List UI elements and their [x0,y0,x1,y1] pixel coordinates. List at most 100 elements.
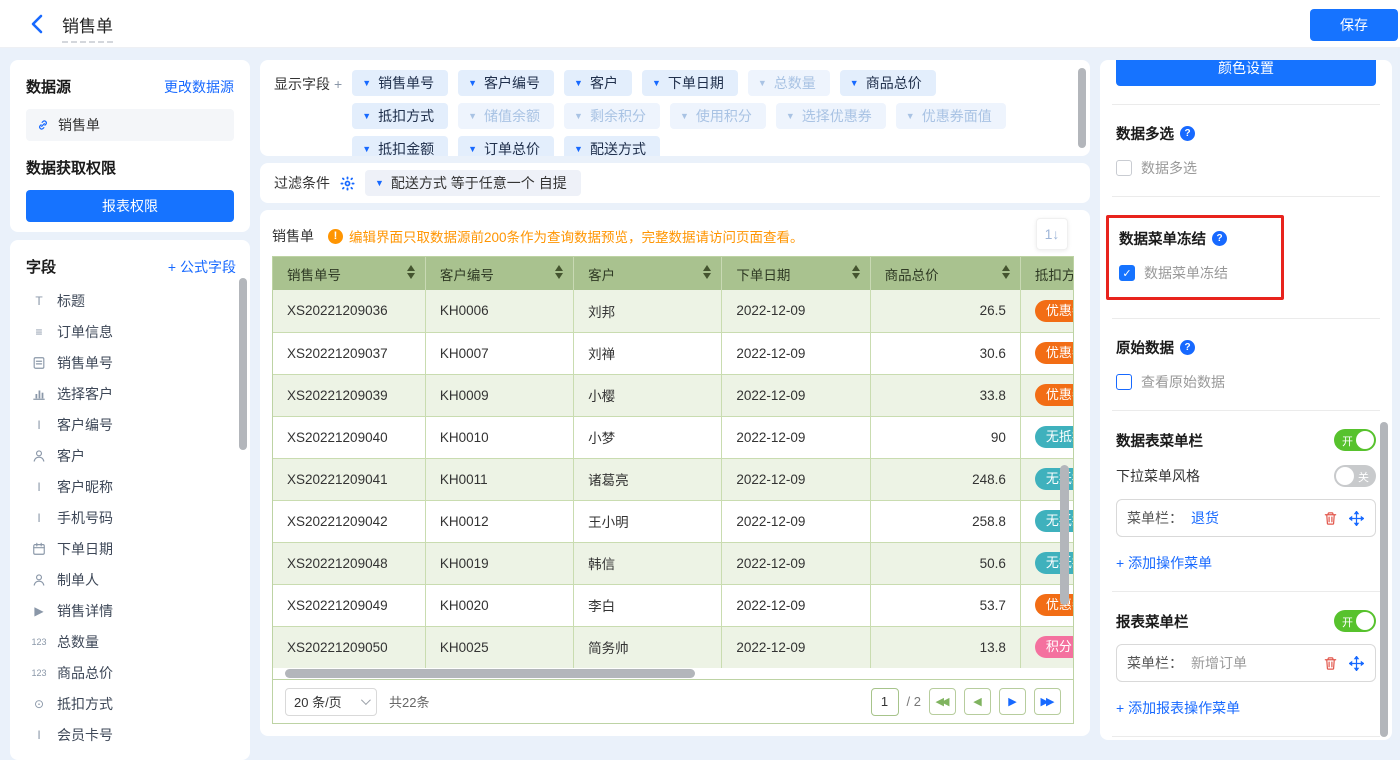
pager-prev-button[interactable]: ◀ [964,688,991,715]
column-header[interactable]: 销售单号 [273,257,425,290]
page-size-select[interactable]: 20 条/页 [285,688,377,716]
chip-label: 下单日期 [668,73,724,93]
multi-select-checkbox-row[interactable]: 数据多选 [1116,158,1376,178]
page-title[interactable]: 销售单 [62,12,113,43]
field-item[interactable]: 123总数量 [26,626,236,657]
help-icon[interactable]: ? [1180,340,1195,355]
checkbox-unchecked[interactable] [1116,374,1132,390]
table-row[interactable]: XS20221209042KH0012王小明2022-12-09258.8无抵扣 [273,500,1073,542]
display-field-chip[interactable]: ▼总数量 [748,70,830,96]
menu-item-value[interactable]: 新增订单 [1191,653,1247,673]
display-field-chip[interactable]: ▼抵扣金额 [352,136,448,156]
page-number-input[interactable] [871,688,899,716]
add-action-menu-link[interactable]: + 添加操作菜单 [1116,553,1212,573]
add-formula-field-link[interactable]: + 公式字段 [168,257,236,277]
field-item[interactable]: 制单人 [26,564,236,595]
table-row[interactable]: XS20221209050KH0025简务帅2022-12-0913.8积分 [273,626,1073,668]
field-item[interactable]: I会员卡号 [26,719,236,750]
field-item[interactable]: I客户昵称 [26,471,236,502]
field-list: T标题≡订单信息销售单号选择客户I客户编号客户I客户昵称I手机号码下单日期制单人… [26,285,236,750]
checkbox-unchecked[interactable] [1116,160,1132,176]
display-field-chip[interactable]: ▼使用积分 [670,103,766,129]
sort-order-button[interactable]: 1↓ [1036,218,1068,250]
table-menu-toggle[interactable]: 开 [1334,429,1376,451]
sort-arrows-icon[interactable] [852,265,860,279]
display-field-chip[interactable]: ▼剩余积分 [564,103,660,129]
add-report-action-menu-link[interactable]: + 添加报表操作菜单 [1116,698,1240,718]
field-item[interactable]: 选择客户 [26,378,236,409]
display-field-chip[interactable]: ▼商品总价 [840,70,936,96]
deduction-badge: 优惠券 [1035,384,1073,406]
display-field-chip[interactable]: ▼客户 [564,70,632,96]
sort-arrows-icon[interactable] [407,265,415,279]
help-icon[interactable]: ? [1212,231,1227,246]
dropdown-style-toggle[interactable]: 关 [1334,465,1376,487]
column-header[interactable]: 下单日期 [722,257,870,290]
table-row[interactable]: XS20221209041KH0011诸葛亮2022-12-09248.6无抵扣 [273,458,1073,500]
table-row[interactable]: XS20221209036KH0006刘邦2022-12-0926.5优惠券 [273,290,1073,332]
chip-label: 销售单号 [378,73,434,93]
raw-data-checkbox-row[interactable]: 查看原始数据 [1116,372,1376,392]
field-item[interactable]: ▶销售详情 [26,595,236,626]
delete-icon[interactable] [1321,509,1339,527]
chip-label: 配送方式 [590,139,646,156]
field-item[interactable]: 123商品总价 [26,657,236,688]
display-field-chip[interactable]: ▼选择优惠券 [776,103,886,129]
field-item[interactable]: T标题 [26,285,236,316]
add-display-field-button[interactable]: + [334,76,342,92]
table-vertical-scrollbar[interactable] [1060,465,1069,605]
table-row[interactable]: XS20221209037KH0007刘禅2022-12-0930.6优惠券 [273,332,1073,374]
display-field-chip[interactable]: ▼客户编号 [458,70,554,96]
gear-icon[interactable] [340,176,355,191]
checkbox-checked[interactable]: ✓ [1119,265,1135,281]
table-horizontal-scrollbar[interactable] [285,669,695,678]
column-header[interactable]: 客户编号 [425,257,573,290]
table-row[interactable]: XS20221209040KH0010小梦2022-12-0990无抵扣 [273,416,1073,458]
save-button[interactable]: 保存 [1310,9,1398,41]
column-header[interactable]: 商品总价 [870,257,1020,290]
datasource-item[interactable]: 销售单 [26,109,234,141]
field-item[interactable]: ≡订单信息 [26,316,236,347]
display-fields-scrollbar[interactable] [1078,68,1086,148]
fields-scrollbar[interactable] [239,278,247,450]
report-permission-button[interactable]: 报表权限 [26,190,234,222]
help-icon[interactable]: ? [1180,126,1195,141]
column-header[interactable]: 抵扣方式 [1020,257,1073,290]
menu-freeze-checkbox-row[interactable]: ✓ 数据菜单冻结 [1119,263,1267,283]
display-field-chip[interactable]: ▼配送方式 [564,136,660,156]
pager-next-button[interactable]: ▶ [999,688,1026,715]
field-item[interactable]: I手机号码 [26,502,236,533]
field-item[interactable]: ⊙抵扣方式 [26,688,236,719]
sort-arrows-icon[interactable] [555,265,563,279]
field-item-label: 手机号码 [57,508,113,528]
back-icon[interactable] [26,12,50,36]
field-item[interactable]: 销售单号 [26,347,236,378]
move-icon[interactable] [1347,654,1365,672]
change-datasource-link[interactable]: 更改数据源 [164,77,234,97]
filter-condition-chip[interactable]: ▼ 配送方式 等于任意一个 自提 [365,170,581,196]
settings-scrollbar[interactable] [1380,422,1388,737]
menu-item-value[interactable]: 退货 [1191,508,1219,528]
display-field-chip[interactable]: ▼优惠券面值 [896,103,1006,129]
color-settings-button[interactable]: 颜色设置 [1116,60,1376,86]
pager-last-button[interactable]: ▶▶ [1034,688,1061,715]
table-row[interactable]: XS20221209048KH0019韩信2022-12-0950.6无抵扣 [273,542,1073,584]
table-row[interactable]: XS20221209039KH0009小樱2022-12-0933.8优惠券 [273,374,1073,416]
display-field-chip[interactable]: ▼抵扣方式 [352,103,448,129]
field-item[interactable]: 下单日期 [26,533,236,564]
pager-first-button[interactable]: ◀◀ [929,688,956,715]
display-field-chip[interactable]: ▼订单总价 [458,136,554,156]
move-icon[interactable] [1347,509,1365,527]
display-field-chip[interactable]: ▼下单日期 [642,70,738,96]
delete-icon[interactable] [1321,654,1339,672]
report-menu-toggle[interactable]: 开 [1334,610,1376,632]
table-row[interactable]: XS20221209049KH0020李白2022-12-0953.7优惠券 [273,584,1073,626]
field-item-label: 客户编号 [57,415,113,435]
column-header[interactable]: 客户 [574,257,722,290]
field-item[interactable]: I客户编号 [26,409,236,440]
field-item[interactable]: 客户 [26,440,236,471]
sort-arrows-icon[interactable] [1002,265,1010,279]
display-field-chip[interactable]: ▼销售单号 [352,70,448,96]
display-field-chip[interactable]: ▼储值余额 [458,103,554,129]
sort-arrows-icon[interactable] [703,265,711,279]
